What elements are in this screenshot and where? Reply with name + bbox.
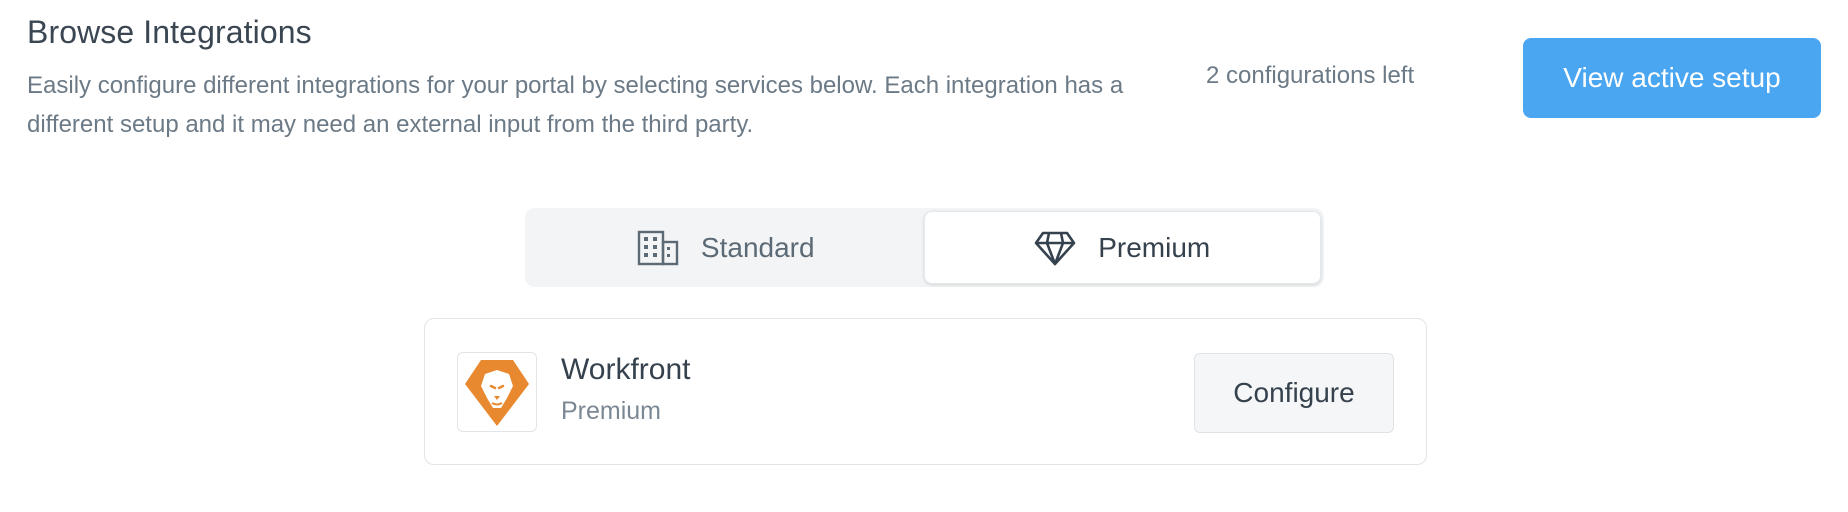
diamond-icon — [1034, 230, 1076, 266]
integration-tier-tabs: Standard Premium — [525, 208, 1324, 287]
workfront-logo — [457, 352, 537, 432]
tab-standard[interactable]: Standard — [528, 211, 924, 284]
integration-tier: Premium — [561, 397, 662, 425]
integrations-page: Browse Integrations Easily configure dif… — [0, 0, 1848, 512]
configure-button[interactable]: Configure — [1194, 353, 1394, 433]
view-active-setup-button[interactable]: View active setup — [1523, 38, 1821, 118]
tab-premium-label: Premium — [1098, 231, 1211, 263]
tab-premium[interactable]: Premium — [923, 211, 1321, 284]
building-icon — [637, 230, 679, 266]
page-title: Browse Integrations — [27, 14, 312, 50]
tab-standard-label: Standard — [700, 231, 815, 263]
page-description: Easily configure different integrations … — [27, 72, 1124, 138]
integration-name: Workfront — [561, 353, 691, 386]
integration-card-workfront: Workfront Premium Configure — [424, 318, 1427, 465]
configurations-left-count: 2 configurations left — [1206, 62, 1415, 89]
